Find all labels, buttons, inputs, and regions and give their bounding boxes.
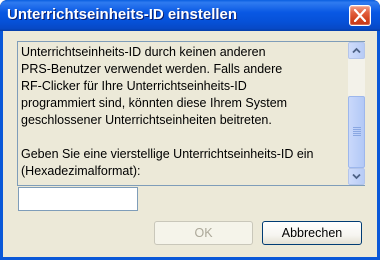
message-line: (Hexadezimalformat): — [21, 164, 141, 178]
message-line: Unterrichtseinheits-ID durch keinen ande… — [21, 45, 266, 59]
thumb-grip-line — [353, 133, 361, 134]
cancel-button[interactable]: Abbrechen — [262, 221, 362, 245]
dialog-title: Unterrichtseinheits-ID einstellen — [7, 6, 238, 23]
scroll-down-button[interactable] — [348, 168, 365, 185]
dialog-window: Unterrichtseinheits-ID einstellen Unterr… — [0, 0, 380, 260]
message-line: Geben Sie eine vierstellige Unterrichtse… — [21, 147, 314, 161]
message-line: geschlossener Unterrichtseinheiten beitr… — [21, 113, 272, 127]
thumb-grip-line — [353, 135, 361, 136]
message-line: programmiert sind, könnten diese Ihrem S… — [21, 96, 288, 110]
close-button[interactable] — [349, 5, 371, 26]
dialog-body: Unterrichtseinheits-ID durch keinen ande… — [3, 31, 377, 257]
scroll-up-button[interactable] — [348, 42, 365, 59]
message-textbox[interactable]: Unterrichtseinheits-ID durch keinen ande… — [17, 41, 365, 186]
vertical-scrollbar[interactable] — [348, 42, 365, 185]
title-bar[interactable]: Unterrichtseinheits-ID einstellen — [0, 0, 380, 31]
message-line — [21, 129, 347, 146]
scrollbar-thumb[interactable] — [348, 96, 365, 168]
message-text: Unterrichtseinheits-ID durch keinen ande… — [21, 44, 347, 183]
message-line: PRS-Benutzer verwendet werden. Falls and… — [21, 62, 283, 76]
session-id-input[interactable] — [18, 187, 138, 211]
thumb-grip-line — [353, 129, 361, 130]
message-line: RF-Clicker für Ihre Unterrichtseinheits-… — [21, 79, 247, 93]
thumb-grip-line — [353, 127, 361, 128]
thumb-grip-line — [353, 131, 361, 132]
chevron-up-icon — [352, 47, 361, 54]
ok-button[interactable]: OK — [154, 221, 253, 245]
close-icon — [354, 9, 366, 22]
chevron-down-icon — [352, 173, 361, 180]
